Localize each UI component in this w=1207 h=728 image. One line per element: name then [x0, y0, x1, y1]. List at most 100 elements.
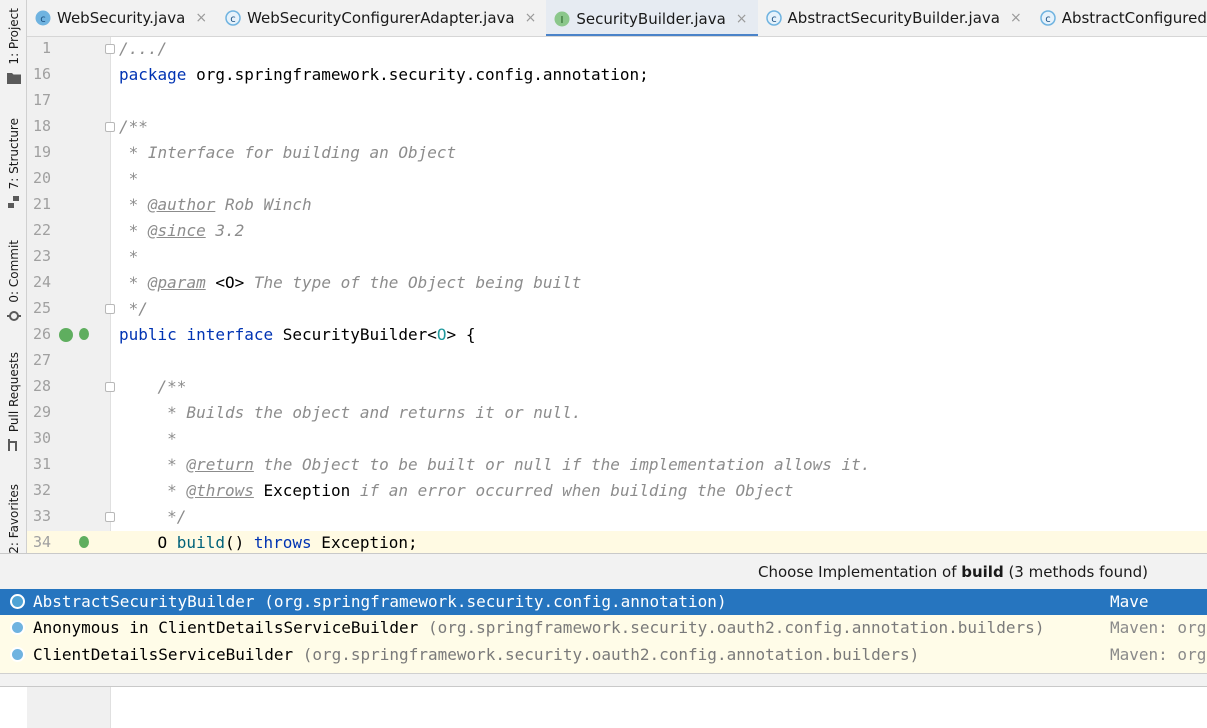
class-icon: c: [35, 10, 51, 26]
line-number: 29: [32, 403, 51, 421]
implementation-package: (org.springframework.security.oauth2.con…: [418, 618, 1045, 637]
code-line[interactable]: 34 O build() throws Exception;: [27, 531, 1207, 553]
code-editor[interactable]: 1 /.../ 16 package org.springframework.secu…: [27, 37, 1207, 553]
abstract-class-icon: [10, 594, 25, 609]
line-number: 31: [32, 455, 51, 473]
line-number: 18: [32, 117, 51, 135]
code-line[interactable]: 33 */: [27, 505, 1207, 531]
code-line[interactable]: 22 * @since 3.2: [27, 219, 1207, 245]
code-text: /**: [119, 377, 187, 396]
fold-marker-icon[interactable]: [105, 122, 115, 132]
code-text: */: [119, 507, 187, 526]
line-number: 28: [32, 377, 51, 395]
code-text: /**: [119, 117, 148, 136]
fold-marker-icon[interactable]: [105, 44, 115, 54]
svg-text:I: I: [561, 15, 564, 26]
tool-window-pull-requests[interactable]: Pull Requests: [0, 352, 27, 452]
code-line[interactable]: 24 * @param <O> The type of the Object b…: [27, 271, 1207, 297]
code-line[interactable]: 20 *: [27, 167, 1207, 193]
code-text: * Interface for building an Object: [119, 143, 457, 162]
implementation-source: Mave: [1110, 592, 1149, 611]
code-text: *: [119, 169, 139, 188]
tab-websecurity[interactable]: c WebSecurity.java ×: [27, 0, 217, 36]
code-text: *: [119, 247, 139, 266]
tool-window-commit[interactable]: 0: Commit: [0, 240, 27, 323]
line-number: 22: [32, 221, 51, 239]
line-number: 27: [32, 351, 51, 369]
implementation-source: Maven: org: [1110, 645, 1207, 664]
line-number: 20: [32, 169, 51, 187]
tab-abstractconfiguredsecuritybuilder[interactable]: c AbstractConfiguredSe: [1032, 0, 1207, 36]
code-line[interactable]: 18 /**: [27, 115, 1207, 141]
popup-title: Choose Implementation of build (3 method…: [758, 563, 1148, 581]
commit-icon: [6, 309, 21, 323]
editor-gutter: [27, 687, 111, 728]
code-line[interactable]: 28 /**: [27, 375, 1207, 401]
close-icon[interactable]: ×: [1010, 10, 1022, 26]
class-icon: [10, 647, 25, 662]
implementation-class: ClientDetailsServiceBuilder: [33, 645, 294, 664]
tab-websecurityconfigureradapter[interactable]: c WebSecurityConfigurerAdapter.java ×: [217, 0, 546, 36]
line-number: 1: [41, 39, 51, 57]
svg-text:c: c: [40, 14, 46, 25]
fold-marker-icon[interactable]: [105, 304, 115, 314]
code-line[interactable]: 16 package org.springframework.security.c…: [27, 63, 1207, 89]
code-line[interactable]: 32 * @throws Exception if an error occur…: [27, 479, 1207, 505]
implementation-package: (org.springframework.security.oauth2.con…: [293, 645, 920, 664]
implementation-gutter-icon[interactable]: [79, 328, 89, 340]
implementation-item[interactable]: AbstractSecurityBuilder (org.springframe…: [0, 589, 1207, 615]
code-line[interactable]: 31 * @return the Object to be built or n…: [27, 453, 1207, 479]
tool-window-project[interactable]: 1: Project: [0, 8, 27, 85]
tab-label: WebSecurity.java: [57, 9, 186, 27]
popup-title-prefix: Choose Implementation of: [758, 563, 962, 581]
line-number: 25: [32, 299, 51, 317]
implementation-class: Anonymous in ClientDetailsServiceBuilder: [33, 618, 419, 637]
code-line[interactable]: 23 *: [27, 245, 1207, 271]
implementation-name: AbstractSecurityBuilder (org.springframe…: [33, 592, 727, 611]
code-line[interactable]: 1 /.../: [27, 37, 1207, 63]
code-line[interactable]: 21 * @author Rob Winch: [27, 193, 1207, 219]
code-text: *: [119, 429, 177, 448]
implementation-source: Maven: org: [1110, 618, 1207, 637]
code-line[interactable]: 17: [27, 89, 1207, 115]
code-line[interactable]: 30 *: [27, 427, 1207, 453]
svg-text:c: c: [1045, 14, 1051, 25]
code-text: package org.springframework.security.con…: [119, 65, 649, 84]
svg-text:c: c: [771, 14, 777, 25]
implementation-list: AbstractSecurityBuilder (org.springframe…: [0, 589, 1207, 673]
line-number: 32: [32, 481, 51, 499]
tab-label: SecurityBuilder.java: [576, 9, 726, 28]
structure-icon: [7, 195, 21, 209]
close-icon[interactable]: ×: [525, 10, 537, 26]
implementation-name: Anonymous in ClientDetailsServiceBuilder…: [33, 618, 1044, 637]
tool-window-favorites[interactable]: 2: Favorites: [0, 484, 27, 554]
folder-icon: [6, 71, 21, 85]
line-number: 26: [32, 325, 51, 343]
close-icon[interactable]: ×: [736, 11, 748, 27]
code-line[interactable]: 26 public interface SecurityBuilder<O> {: [27, 323, 1207, 349]
fold-marker-icon[interactable]: [105, 512, 115, 522]
code-line[interactable]: 29 * Builds the object and returns it or…: [27, 401, 1207, 427]
code-line[interactable]: 25 */: [27, 297, 1207, 323]
code-line[interactable]: 19 * Interface for building an Object: [27, 141, 1207, 167]
fold-marker-icon[interactable]: [105, 382, 115, 392]
line-number: 16: [32, 65, 51, 83]
implementation-gutter-icon[interactable]: [79, 536, 89, 548]
implemented-gutter-icon[interactable]: [59, 328, 73, 342]
close-icon[interactable]: ×: [195, 10, 207, 26]
tool-window-label: Pull Requests: [6, 352, 21, 433]
code-text: */: [119, 299, 148, 318]
implementation-class: AbstractSecurityBuilder: [33, 592, 255, 611]
tab-abstractsecuritybuilder[interactable]: c AbstractSecurityBuilder.java ×: [758, 0, 1032, 36]
tab-label: AbstractSecurityBuilder.java: [787, 9, 1000, 27]
popup-title-method: build: [961, 563, 1004, 581]
line-number: 23: [32, 247, 51, 265]
abstract-class-icon: c: [765, 10, 782, 26]
code-line[interactable]: 27: [27, 349, 1207, 375]
tool-window-structure[interactable]: 7: Structure: [0, 118, 27, 209]
tab-securitybuilder[interactable]: I SecurityBuilder.java ×: [546, 0, 758, 36]
implementation-item[interactable]: ClientDetailsServiceBuilder (org.springf…: [0, 642, 1207, 668]
code-text: * @param <O> The type of the Object bein…: [119, 273, 582, 292]
implementation-package: (org.springframework.security.config.ann…: [254, 592, 727, 611]
implementation-item[interactable]: Anonymous in ClientDetailsServiceBuilder…: [0, 615, 1207, 641]
